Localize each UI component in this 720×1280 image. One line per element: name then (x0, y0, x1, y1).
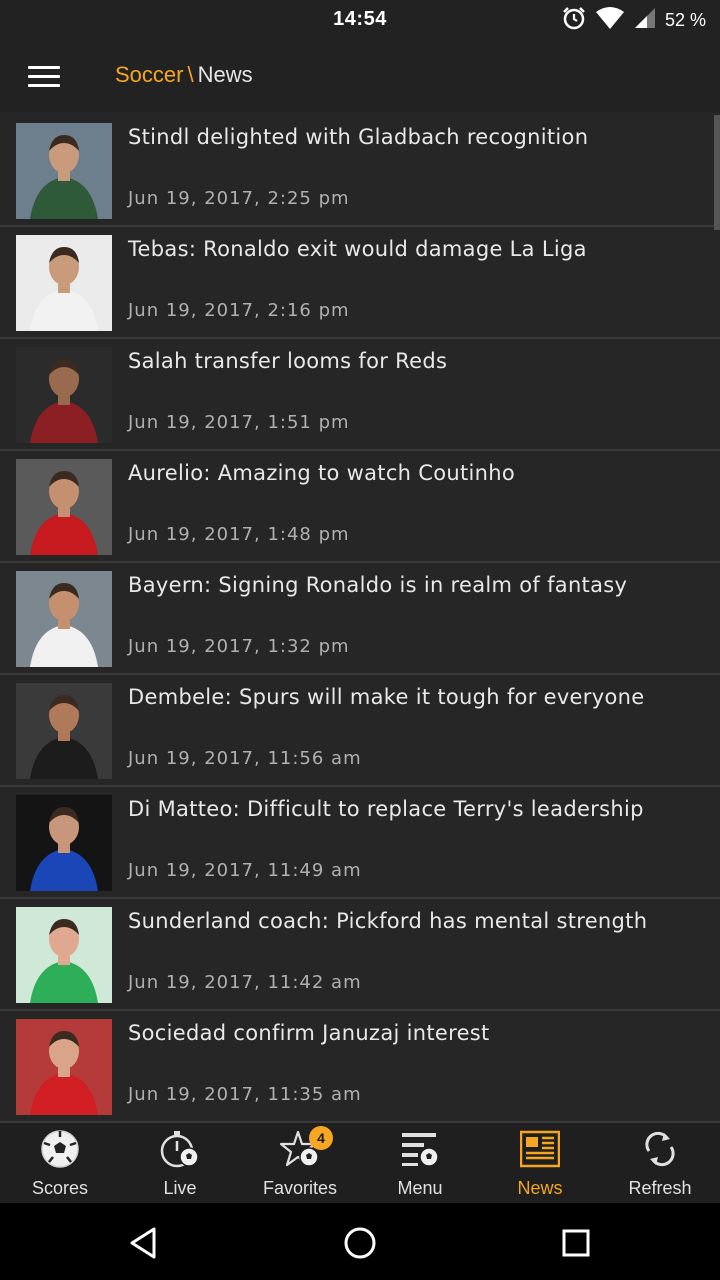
news-item[interactable]: Aurelio: Amazing to watch Coutinho Jun 19… (0, 451, 720, 563)
tab-news[interactable]: News (480, 1123, 600, 1203)
news-thumbnail (16, 123, 112, 219)
news-date: Jun 19, 2017, 11:35 am (128, 1084, 362, 1105)
news-item[interactable]: Bayern: Signing Ronaldo is in realm of f… (0, 563, 720, 675)
news-headline: Bayern: Signing Ronaldo is in realm of f… (128, 573, 628, 597)
newspaper-icon (519, 1129, 561, 1169)
tab-refresh[interactable]: Refresh (600, 1123, 720, 1203)
breadcrumb-sport[interactable]: Soccer (115, 62, 183, 87)
news-date: Jun 19, 2017, 1:51 pm (128, 412, 350, 433)
favorites-count-badge: 4 (309, 1126, 333, 1150)
bottom-navigation: Scores Live 4 Favorites Menu News Refresh (0, 1123, 720, 1203)
news-headline: Salah transfer looms for Reds (128, 349, 448, 373)
news-date: Jun 19, 2017, 2:16 pm (128, 300, 350, 321)
tab-label: News (517, 1178, 563, 1198)
news-headline: Sunderland coach: Pickford has mental st… (128, 909, 648, 933)
home-icon[interactable] (340, 1223, 380, 1263)
tab-scores[interactable]: Scores (0, 1123, 120, 1203)
news-item[interactable]: Di Matteo: Difficult to replace Terry's … (0, 787, 720, 899)
tab-label: Refresh (628, 1178, 692, 1198)
news-item[interactable]: Salah transfer looms for Reds Jun 19, 201… (0, 339, 720, 451)
tab-live[interactable]: Live (120, 1123, 240, 1203)
list-ball-icon (400, 1129, 440, 1169)
news-list[interactable]: Sociedad confirm Januzaj interest Jun 19,… (0, 115, 720, 1123)
soccer-ball-icon (40, 1129, 80, 1169)
news-item[interactable]: Dembele: Spurs will make it tough for ev… (0, 675, 720, 787)
breadcrumb-separator: \ (187, 62, 194, 87)
news-thumbnail (16, 571, 112, 667)
news-thumbnail (16, 1019, 112, 1115)
news-thumbnail (16, 795, 112, 891)
tab-label: Menu (397, 1178, 443, 1198)
breadcrumb-section: News (197, 62, 253, 87)
news-date: Jun 19, 2017, 11:56 am (128, 748, 362, 769)
status-bar: 14:54 52 % (0, 0, 720, 40)
status-icons: 52 % (561, 6, 706, 34)
news-thumbnail (16, 907, 112, 1003)
news-date: Jun 19, 2017, 11:42 am (128, 972, 362, 993)
recents-icon[interactable] (556, 1223, 596, 1263)
news-item[interactable]: Stindl delighted with Gladbach recogniti… (0, 115, 720, 227)
breadcrumb: Soccer \ News (115, 62, 253, 88)
news-headline: Tebas: Ronaldo exit would damage La Liga (128, 237, 587, 261)
news-date: Jun 19, 2017, 2:25 pm (128, 188, 350, 209)
tab-menu[interactable]: Menu (360, 1123, 480, 1203)
news-headline: Stindl delighted with Gladbach recogniti… (128, 125, 589, 149)
scrollbar[interactable] (714, 115, 720, 230)
wifi-icon (595, 6, 625, 34)
tab-label: Scores (31, 1178, 89, 1198)
tab-label: Favorites (262, 1178, 338, 1198)
news-thumbnail (16, 347, 112, 443)
back-icon[interactable] (124, 1223, 164, 1263)
news-headline: Di Matteo: Difficult to replace Terry's … (128, 797, 644, 821)
news-date: Jun 19, 2017, 11:49 am (128, 860, 362, 881)
news-date: Jun 19, 2017, 1:48 pm (128, 524, 350, 545)
tab-label: Live (163, 1178, 197, 1198)
news-item[interactable]: Sunderland coach: Pickford has mental st… (0, 899, 720, 1011)
app-bar: Soccer \ News (0, 40, 720, 112)
tab-favorites[interactable]: 4 Favorites (240, 1123, 360, 1203)
news-headline: Aurelio: Amazing to watch Coutinho (128, 461, 516, 485)
refresh-icon (640, 1129, 680, 1169)
signal-icon (633, 6, 657, 34)
news-thumbnail (16, 683, 112, 779)
news-headline: Sociedad confirm Januzaj interest (128, 1021, 490, 1045)
alarm-icon (561, 5, 587, 35)
news-date: Jun 19, 2017, 1:32 pm (128, 636, 350, 657)
news-headline: Dembele: Spurs will make it tough for ev… (128, 685, 645, 709)
battery-level: 52 % (664, 9, 706, 30)
news-thumbnail (16, 235, 112, 331)
system-navigation-bar (0, 1203, 720, 1280)
stopwatch-ball-icon (160, 1129, 200, 1169)
news-thumbnail (16, 459, 112, 555)
news-item[interactable]: Sociedad confirm Januzaj interest Jun 19,… (0, 1011, 720, 1123)
news-item[interactable]: Tebas: Ronaldo exit would damage La Liga… (0, 227, 720, 339)
hamburger-icon[interactable] (28, 66, 62, 88)
